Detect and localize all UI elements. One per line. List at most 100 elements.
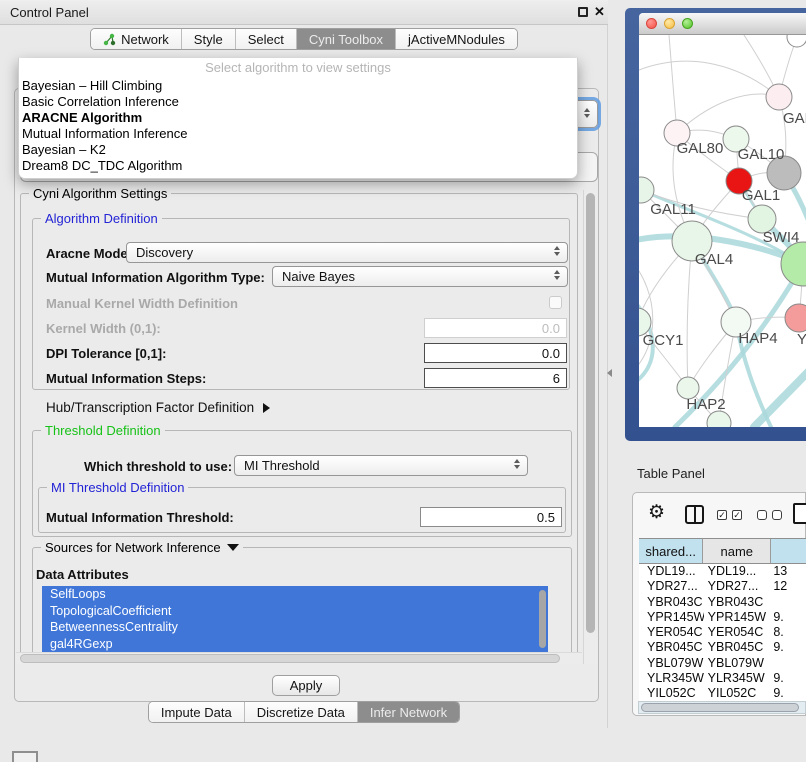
control-panel-titlebar: Control Panel ✕: [0, 0, 608, 25]
network-window-titlebar[interactable]: [639, 13, 806, 35]
table-row[interactable]: YER054CYER054C8.: [639, 625, 806, 640]
minimize-traffic-light[interactable]: [664, 18, 675, 29]
tab-impute-data[interactable]: Impute Data: [149, 702, 244, 722]
column-header-shared-name[interactable]: shared...: [639, 539, 703, 563]
table-cell: YIL052C: [639, 686, 704, 701]
tab-jactivemnodules[interactable]: jActiveMNodules: [395, 29, 517, 49]
export-table-icon[interactable]: [793, 503, 806, 524]
mi-threshold-field[interactable]: 0.5: [420, 507, 562, 527]
data-attributes-list[interactable]: SelfLoopsTopologicalCoefficientBetweenne…: [42, 586, 548, 652]
network-node-label: GCY1: [643, 332, 684, 349]
network-node-label: GAL1: [742, 187, 780, 204]
network-node[interactable]: [639, 177, 654, 203]
network-edge: [639, 61, 779, 97]
tab-discretize-data[interactable]: Discretize Data: [244, 702, 357, 722]
mi-steps-field[interactable]: 6: [424, 368, 567, 388]
network-edge: [754, 369, 806, 427]
tab-label: Impute Data: [161, 705, 232, 720]
control-panel-title: Control Panel: [10, 5, 89, 20]
table-cell: YER054C: [639, 625, 704, 640]
network-node[interactable]: [781, 242, 806, 286]
screen: Control Panel ✕ NetworkStyleSelectCyni T…: [0, 0, 806, 762]
aracne-mode-value: Discovery: [136, 245, 193, 260]
minimized-panel-icon[interactable]: [12, 751, 38, 762]
apply-button[interactable]: Apply: [272, 675, 340, 696]
aracne-mode-combo[interactable]: Discovery: [126, 242, 568, 263]
table-row[interactable]: YBR043CYBR043C: [639, 595, 806, 610]
data-attribute-item[interactable]: gal4RGexp: [42, 636, 548, 653]
table-row[interactable]: YBL079WYBL079W: [639, 656, 806, 671]
network-node[interactable]: [785, 304, 806, 332]
which-threshold-combo[interactable]: MI Threshold: [234, 455, 528, 476]
table-row[interactable]: YPR145WYPR145W9.: [639, 610, 806, 625]
tab-network[interactable]: Network: [91, 29, 181, 49]
network-tab-icon: [103, 33, 116, 46]
columns-icon[interactable]: [685, 505, 704, 524]
data-attributes-label: Data Attributes: [36, 567, 129, 582]
horizontal-scrollbar[interactable]: [16, 652, 582, 664]
column-header-partial[interactable]: [771, 539, 806, 563]
network-node[interactable]: [766, 84, 792, 110]
table-horizontal-scrollbar[interactable]: [638, 701, 806, 714]
table-row[interactable]: YDR27...YDR27...12: [639, 579, 806, 594]
select-all-checkbox-icon[interactable]: ✓: [717, 510, 727, 520]
hub-definition-expander[interactable]: Hub/Transcription Factor Definition: [46, 400, 270, 415]
tab-select[interactable]: Select: [235, 29, 296, 49]
combo-stepper-icon: [554, 246, 560, 256]
tab-label: Infer Network: [370, 705, 447, 720]
mi-type-label: Mutual Information Algorithm Type:: [46, 270, 265, 285]
algorithm-option[interactable]: Dream8 DC_TDC Algorithm: [19, 158, 577, 174]
network-node-label: HAP2: [686, 396, 725, 413]
expander-arrow-icon: [263, 403, 270, 413]
table-row[interactable]: YLR345WYLR345W9.: [639, 671, 806, 686]
splitter-collapse-arrow[interactable]: [607, 369, 612, 377]
zoom-traffic-light[interactable]: [682, 18, 693, 29]
scrollbar-thumb[interactable]: [586, 193, 595, 633]
combo-stepper-icon: [584, 108, 590, 118]
scrollbar-thumb[interactable]: [641, 703, 799, 712]
table-cell: YLR345W: [639, 671, 704, 686]
vertical-scrollbar[interactable]: [583, 190, 598, 664]
table-cell: 8.: [771, 625, 806, 640]
table-row[interactable]: YIL052CYIL052C9.: [639, 686, 806, 701]
table-cell: [771, 595, 806, 610]
tab-style[interactable]: Style: [181, 29, 235, 49]
manual-kernel-checkbox[interactable]: [549, 296, 562, 309]
network-node-label: GAL80: [677, 140, 724, 157]
float-window-icon[interactable]: [578, 7, 588, 17]
network-node[interactable]: [787, 35, 806, 47]
sources-expander[interactable]: Sources for Network Inference: [41, 540, 243, 555]
which-threshold-label: Which threshold to use:: [84, 459, 232, 474]
close-icon[interactable]: ✕: [594, 4, 605, 20]
select-all-checkbox-icon[interactable]: ✓: [732, 510, 742, 520]
table-cell: YER054C: [704, 625, 772, 640]
data-attribute-item[interactable]: TopologicalCoefficient: [42, 603, 548, 620]
table-row[interactable]: YBR045CYBR045C9.: [639, 640, 806, 655]
network-node-label: SWI4: [763, 229, 800, 246]
kernel-width-label: Kernel Width (0,1):: [46, 321, 161, 336]
deselect-all-checkbox-icon[interactable]: [757, 510, 767, 520]
network-canvas[interactable]: GALGAL80GAL10GAL1GAL11SWI4GAL4GCY1HAP4YH…: [639, 35, 806, 427]
kernel-width-field[interactable]: 0.0: [424, 318, 567, 338]
tab-infer-network[interactable]: Infer Network: [357, 702, 459, 722]
scrollbar-thumb[interactable]: [20, 654, 560, 663]
dpi-tolerance-field[interactable]: 0.0: [424, 343, 567, 363]
data-attribute-item[interactable]: SelfLoops: [42, 586, 548, 603]
algorithm-option[interactable]: Basic Correlation Inference: [19, 94, 577, 110]
algorithm-option[interactable]: Mutual Information Inference: [19, 126, 577, 142]
algorithm-option[interactable]: ARACNE Algorithm: [19, 110, 577, 126]
tab-cyni-toolbox[interactable]: Cyni Toolbox: [296, 29, 395, 49]
gear-icon[interactable]: ⚙: [648, 501, 665, 524]
algorithm-option[interactable]: Bayesian – K2: [19, 142, 577, 158]
algorithm-option[interactable]: Bayesian – Hill Climbing: [19, 78, 577, 94]
deselect-all-checkbox-icon[interactable]: [772, 510, 782, 520]
list-scrollbar-thumb[interactable]: [539, 590, 546, 648]
table-cell: 13: [771, 564, 806, 579]
group-title: MI Threshold Definition: [47, 480, 188, 495]
close-traffic-light[interactable]: [646, 18, 657, 29]
table-cell: YPR145W: [639, 610, 704, 625]
table-row[interactable]: YDL19...YDL19...13: [639, 564, 806, 579]
mi-type-combo[interactable]: Naive Bayes: [272, 266, 568, 287]
column-header-name[interactable]: name: [703, 539, 771, 563]
data-attribute-item[interactable]: BetweennessCentrality: [42, 619, 548, 636]
